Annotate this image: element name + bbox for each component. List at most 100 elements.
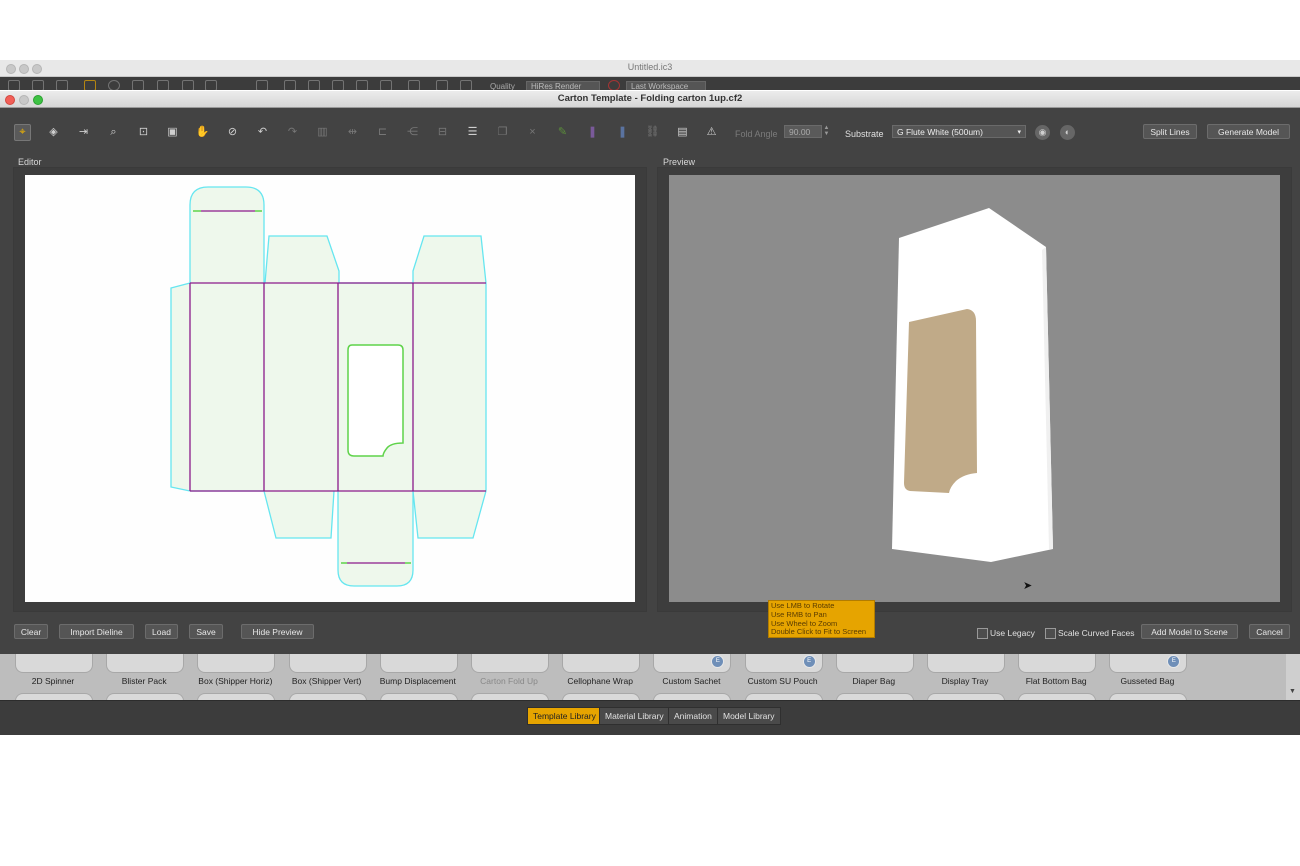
clear-button[interactable]: Clear: [14, 624, 48, 639]
template-name[interactable]: Blister Pack: [99, 676, 189, 686]
scale-curved-faces-checkbox[interactable]: [1045, 628, 1056, 639]
select-tool-icon[interactable]: ⌖: [14, 124, 31, 141]
split-lines-button[interactable]: Split Lines: [1143, 124, 1197, 139]
dieline-editor-canvas[interactable]: [25, 175, 635, 602]
shape-icon[interactable]: [182, 80, 194, 90]
template-thumbnail[interactable]: [15, 654, 93, 673]
book-blue-icon[interactable]: ❚: [614, 124, 631, 141]
fit-icon[interactable]: [256, 80, 268, 90]
fold-angle-spinner-icon[interactable]: ▲ ▼: [822, 125, 831, 138]
select-icon[interactable]: [132, 80, 144, 90]
undo-icon[interactable]: [436, 80, 448, 90]
add-flap-icon[interactable]: ⊏: [374, 124, 391, 141]
template-thumbnail[interactable]: [197, 654, 276, 673]
template-name[interactable]: Bump Displacement: [373, 676, 463, 686]
template-name[interactable]: Flat Bottom Bag: [1011, 676, 1101, 686]
render-icon[interactable]: [408, 80, 420, 90]
workspace-select[interactable]: Last Workspace: [626, 81, 706, 90]
rotate-icon[interactable]: [284, 80, 296, 90]
save-file-icon[interactable]: [56, 80, 68, 90]
generate-model-button[interactable]: Generate Model: [1207, 124, 1290, 139]
template-name[interactable]: Box (Shipper Vert): [282, 676, 372, 686]
fold-angle-input[interactable]: 90.00: [784, 125, 822, 138]
template-name[interactable]: Custom SU Pouch: [738, 676, 828, 686]
template-name[interactable]: Carton Fold Up: [464, 676, 554, 686]
template-name[interactable]: Display Tray: [920, 676, 1010, 686]
template-name[interactable]: 2D Spinner: [8, 676, 98, 686]
import-dieline-button[interactable]: Import Dieline: [59, 624, 134, 639]
record-icon[interactable]: [608, 80, 620, 90]
substrate-material-icon[interactable]: ◐: [1060, 125, 1075, 140]
scroll-down-icon[interactable]: ▼: [1289, 688, 1296, 695]
move-icon[interactable]: [308, 80, 320, 90]
carton-panels: [171, 187, 486, 586]
pencil-icon[interactable]: ✎: [554, 124, 571, 141]
node-tool-icon[interactable]: ◈: [45, 124, 62, 141]
pen-icon[interactable]: [380, 80, 392, 90]
zoom-icon[interactable]: [108, 80, 120, 90]
reset-view-icon[interactable]: ⊘: [224, 124, 241, 141]
add-model-to-scene-button[interactable]: Add Model to Scene: [1141, 624, 1238, 639]
star-icon[interactable]: [332, 80, 344, 90]
tab-material-library[interactable]: Material Library: [599, 707, 670, 725]
zoom-region-icon[interactable]: ⊡: [135, 124, 152, 141]
template-thumbnail[interactable]: [379, 654, 458, 673]
template-thumbnail[interactable]: [1018, 654, 1097, 673]
mirror-icon[interactable]: ⇹: [344, 124, 361, 141]
app-toolbar: Quality HiRes Render Last Workspace: [0, 77, 1300, 90]
substrate-settings-icon[interactable]: ◉: [1035, 125, 1050, 140]
redo-icon[interactable]: [460, 80, 472, 90]
save-button[interactable]: Save: [189, 624, 223, 639]
template-name[interactable]: Gusseted Bag: [1102, 676, 1192, 686]
template-name[interactable]: Diaper Bag: [829, 676, 919, 686]
viewport-help-tooltip: Use LMB to Rotate Use RMB to Pan Use Whe…: [768, 600, 875, 638]
template-thumbnail[interactable]: [471, 654, 549, 673]
link-icon[interactable]: ⛓: [644, 124, 661, 141]
template-name[interactable]: Custom Sachet: [646, 676, 736, 686]
template-thumbnail[interactable]: [562, 654, 641, 673]
open-file-icon[interactable]: [32, 80, 44, 90]
zoom-tool-icon[interactable]: ⌕: [105, 124, 122, 141]
use-legacy-checkbox[interactable]: [977, 628, 988, 639]
quality-select[interactable]: HiRes Render: [526, 81, 600, 90]
insert-tool-icon[interactable]: ⇥: [75, 124, 92, 141]
delete-icon[interactable]: ▥: [314, 124, 331, 141]
3d-preview-viewport[interactable]: ➤: [669, 175, 1280, 602]
app-titlebar: Untitled.ic3: [0, 60, 1300, 77]
remove-icon[interactable]: ×: [524, 124, 541, 141]
copy-icon[interactable]: ❐: [494, 124, 511, 141]
new-file-icon[interactable]: [8, 80, 20, 90]
connect-icon[interactable]: ⋲: [404, 124, 421, 141]
editor-toolbar: ⌖ ◈ ⇥ ⌕ ⊡ ▣ ✋ ⊘ ↶ ↷ ▥ ⇹ ⊏ ⋲ ⊟ ☰ ❐ × ✎ ❚ …: [0, 108, 1300, 154]
hide-preview-button[interactable]: Hide Preview: [241, 624, 314, 639]
cancel-button[interactable]: Cancel: [1249, 624, 1290, 639]
pan-tool-icon[interactable]: ✋: [194, 124, 211, 141]
undo-icon[interactable]: ↶: [254, 124, 271, 141]
path-icon[interactable]: [356, 80, 368, 90]
template-thumbnail[interactable]: [835, 654, 914, 673]
layers-icon[interactable]: ☰: [464, 124, 481, 141]
panel-icon[interactable]: ▤: [674, 124, 691, 141]
template-thumbnail[interactable]: [106, 654, 185, 673]
frame-icon[interactable]: [205, 80, 217, 90]
substrate-select[interactable]: G Flute White (500um) ▾: [892, 125, 1026, 138]
pan-icon[interactable]: [157, 80, 169, 90]
book-purple-icon[interactable]: ❚: [584, 124, 601, 141]
template-name[interactable]: Box (Shipper Horiz): [190, 676, 280, 686]
dialog-title: Carton Template - Folding carton 1up.cf2: [557, 93, 743, 104]
bottom-tab-bar: Template Library Material Library Animat…: [0, 700, 1300, 735]
substrate-label: Substrate: [845, 129, 884, 139]
template-name[interactable]: Cellophane Wrap: [555, 676, 645, 686]
light-icon[interactable]: [84, 80, 96, 90]
template-thumbnail[interactable]: [927, 654, 1005, 673]
tab-model-library[interactable]: Model Library: [717, 707, 781, 725]
library-scrollbar[interactable]: ▼: [1286, 654, 1300, 700]
tab-template-library[interactable]: Template Library: [527, 707, 602, 725]
fit-screen-icon[interactable]: ▣: [164, 124, 181, 141]
warning-icon[interactable]: ⚠: [703, 124, 720, 141]
load-button[interactable]: Load: [145, 624, 178, 639]
tab-animation[interactable]: Animation: [668, 707, 718, 725]
inspect-icon[interactable]: ⊟: [434, 124, 451, 141]
redo-icon[interactable]: ↷: [284, 124, 301, 141]
template-thumbnail[interactable]: [288, 654, 367, 673]
